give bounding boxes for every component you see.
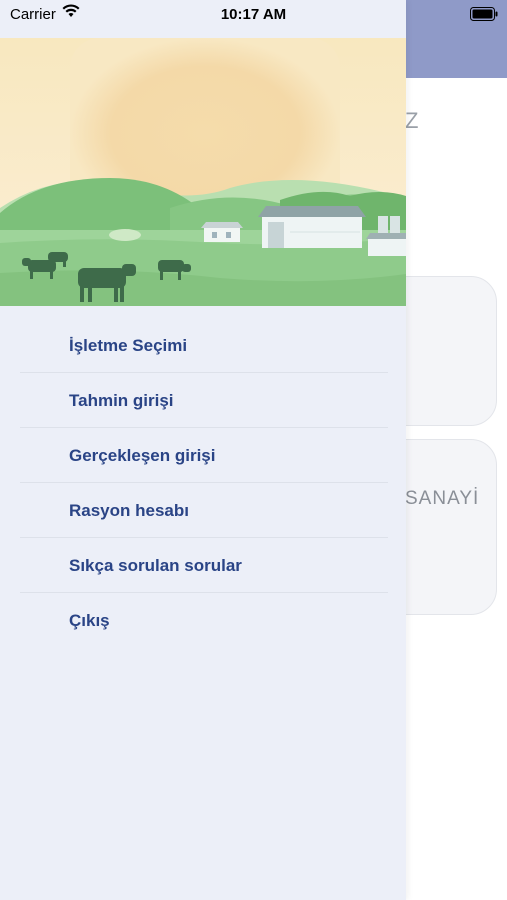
menu-item-rasyon-hesabi[interactable]: Rasyon hesabı	[20, 483, 388, 538]
menu-item-label: Sıkça sorulan sorular	[69, 556, 242, 575]
menu-item-label: Tahmin girişi	[69, 391, 174, 410]
menu-item-sss[interactable]: Sıkça sorulan sorular	[20, 538, 388, 593]
background-title-fragment: Z	[405, 108, 420, 133]
menu-item-label: İşletme Seçimi	[69, 336, 188, 355]
menu-item-label: Gerçekleşen girişi	[69, 446, 216, 465]
menu-item-label: Çıkış	[69, 611, 110, 630]
status-bar: Carrier 10:17 AM	[0, 0, 507, 30]
drawer-menu: İşletme Seçimi Tahmin girişi Gerçekleşen…	[20, 318, 388, 647]
menu-item-tahmin-girisi[interactable]: Tahmin girişi	[20, 373, 388, 428]
status-time: 10:17 AM	[220, 6, 287, 23]
menu-item-label: Rasyon hesabı	[69, 501, 189, 520]
menu-item-isletme-secimi[interactable]: İşletme Seçimi	[20, 318, 388, 373]
background-card-text: SANAYİ	[405, 488, 480, 509]
navigation-drawer: İşletme Seçimi Tahmin girişi Gerçekleşen…	[0, 0, 406, 900]
farm-illustration	[0, 38, 406, 306]
battery-icon	[470, 7, 498, 25]
menu-item-cikis[interactable]: Çıkış	[20, 593, 388, 647]
menu-item-gerceklesen-girisi[interactable]: Gerçekleşen girişi	[20, 428, 388, 483]
